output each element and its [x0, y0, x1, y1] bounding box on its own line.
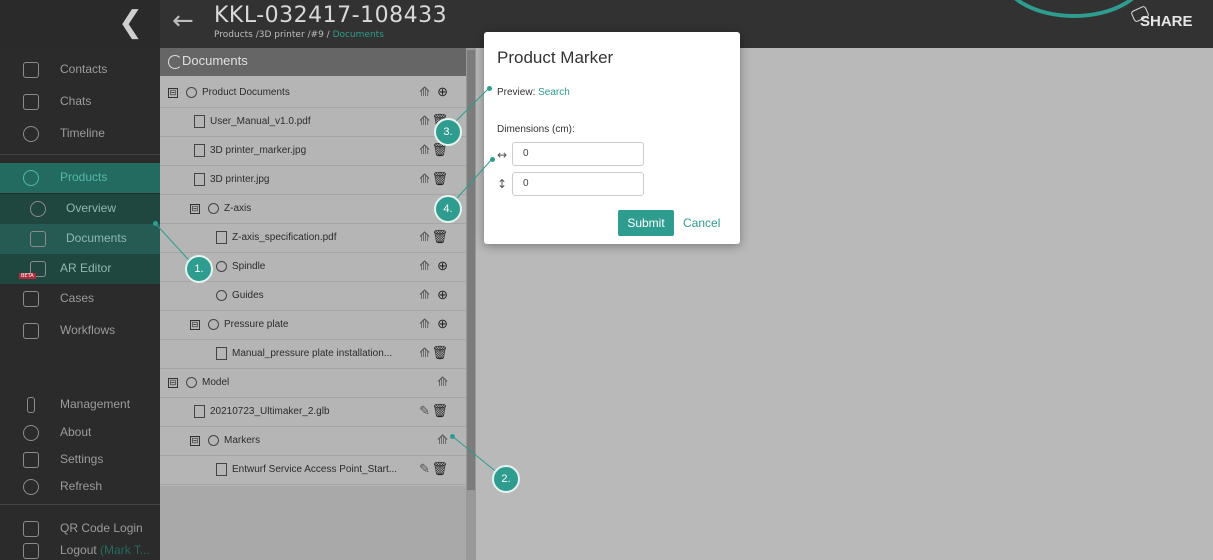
callout-lines [154, 87, 505, 479]
callout-dot [487, 86, 492, 91]
callout-dot [490, 157, 495, 162]
callout-badge-3: 3. [434, 118, 462, 146]
callout-badge-2: 2. [492, 465, 520, 493]
callout-badge-1: 1. [185, 255, 213, 283]
callout-dot [153, 221, 158, 226]
callout-badge-4: 4. [434, 195, 462, 223]
callout-dot [450, 434, 455, 439]
